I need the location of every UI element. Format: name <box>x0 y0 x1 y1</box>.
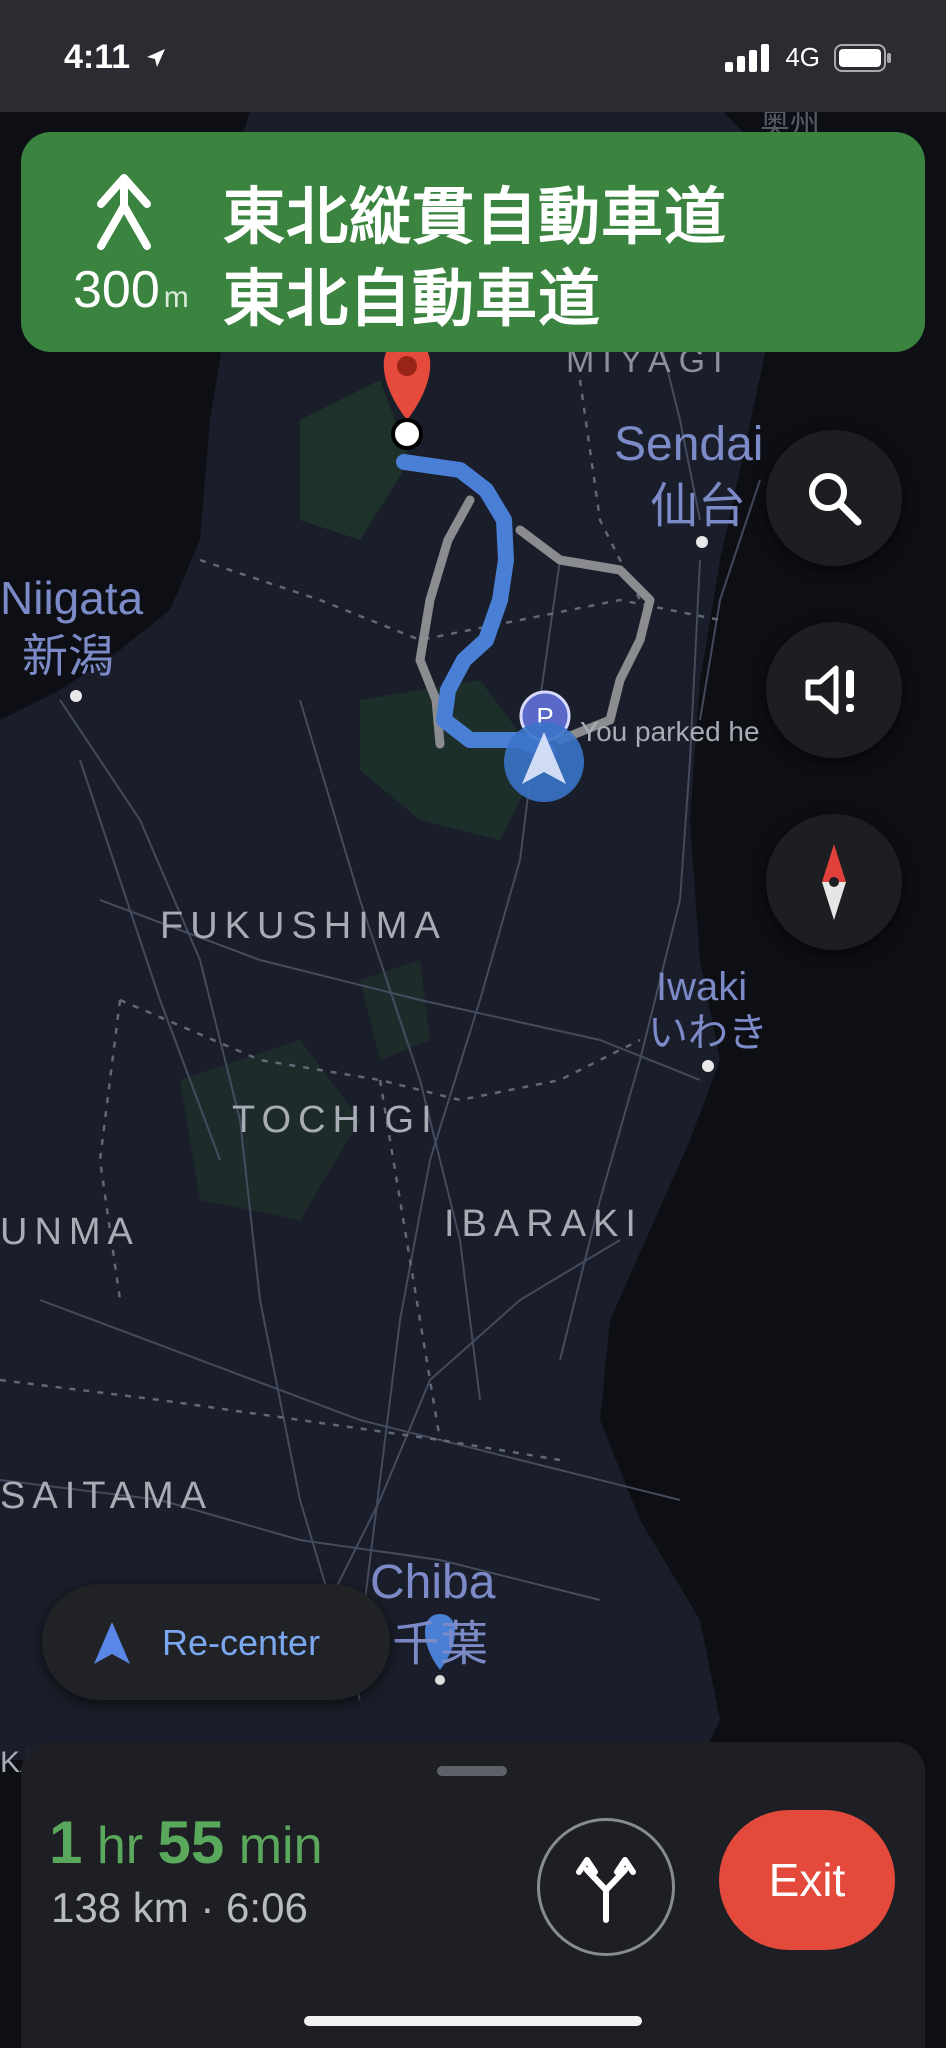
battery-icon <box>834 43 891 72</box>
eta-duration: 1 hr 55 min <box>49 1809 323 1876</box>
map-label-niigata-jp: 新潟 <box>22 630 114 682</box>
map-label-sendai-en: Sendai <box>614 418 763 471</box>
search-button[interactable] <box>766 430 902 566</box>
recenter-label: Re-center <box>162 1622 321 1663</box>
map-label-niigata-en: Niigata <box>0 572 144 624</box>
fork-route-icon <box>576 1857 636 1923</box>
map-label-chiba-en: Chiba <box>370 1556 496 1609</box>
sheet-handle[interactable] <box>437 1766 507 1776</box>
road-name-secondary: 東北自動車道 <box>223 265 602 334</box>
map-label-sendai-jp: 仙台 <box>650 480 746 533</box>
status-time: 4:11 <box>64 38 168 77</box>
road-name-primary: 東北縦貫自動車道 <box>223 183 728 252</box>
direction-banner[interactable]: 300 m 東北縦貫自動車道 東北自動車道 <box>21 132 925 352</box>
map-label-chiba-jp: 千葉 <box>392 1618 488 1671</box>
alternate-routes-button[interactable] <box>537 1818 675 1956</box>
map-label-ibaraki: IBARAKI <box>444 1203 643 1245</box>
location-arrow-icon <box>146 49 165 67</box>
trip-details: 138 km · 6:06 <box>51 1884 308 1931</box>
trip-summary-sheet[interactable]: 1 hr 55 min 138 km · 6:06 Exit <box>21 1742 925 2048</box>
maneuver-distance: 300 m <box>73 261 189 319</box>
map-label-iwaki-en: Iwaki <box>656 965 747 1009</box>
home-indicator[interactable] <box>304 2016 642 2026</box>
map-label-tochigi: TOCHIGI <box>232 1099 439 1141</box>
recenter-button[interactable]: Re-center <box>42 1584 390 1700</box>
sound-button[interactable] <box>766 622 902 758</box>
map-label-gunma: UNMA <box>0 1211 140 1253</box>
navigation-arrow-icon <box>94 1622 130 1664</box>
map-label-parked: You parked he <box>580 716 760 747</box>
map-label-saitama: SAITAMA <box>0 1475 213 1517</box>
search-icon <box>809 473 862 526</box>
status-bar: 4:11 4G <box>0 0 946 112</box>
compass-icon <box>822 844 846 920</box>
keep-straight-fork-icon <box>97 174 151 250</box>
compass-button[interactable] <box>766 814 902 950</box>
signal-icon <box>725 43 770 72</box>
current-location-icon <box>504 722 584 802</box>
map-label-iwaki-jp: いわき <box>648 1011 768 1055</box>
map-label-fukushima: FUKUSHIMA <box>160 905 447 947</box>
exit-button[interactable]: Exit <box>719 1810 895 1950</box>
network-type: 4G <box>785 42 820 72</box>
sound-alert-icon <box>805 665 854 715</box>
